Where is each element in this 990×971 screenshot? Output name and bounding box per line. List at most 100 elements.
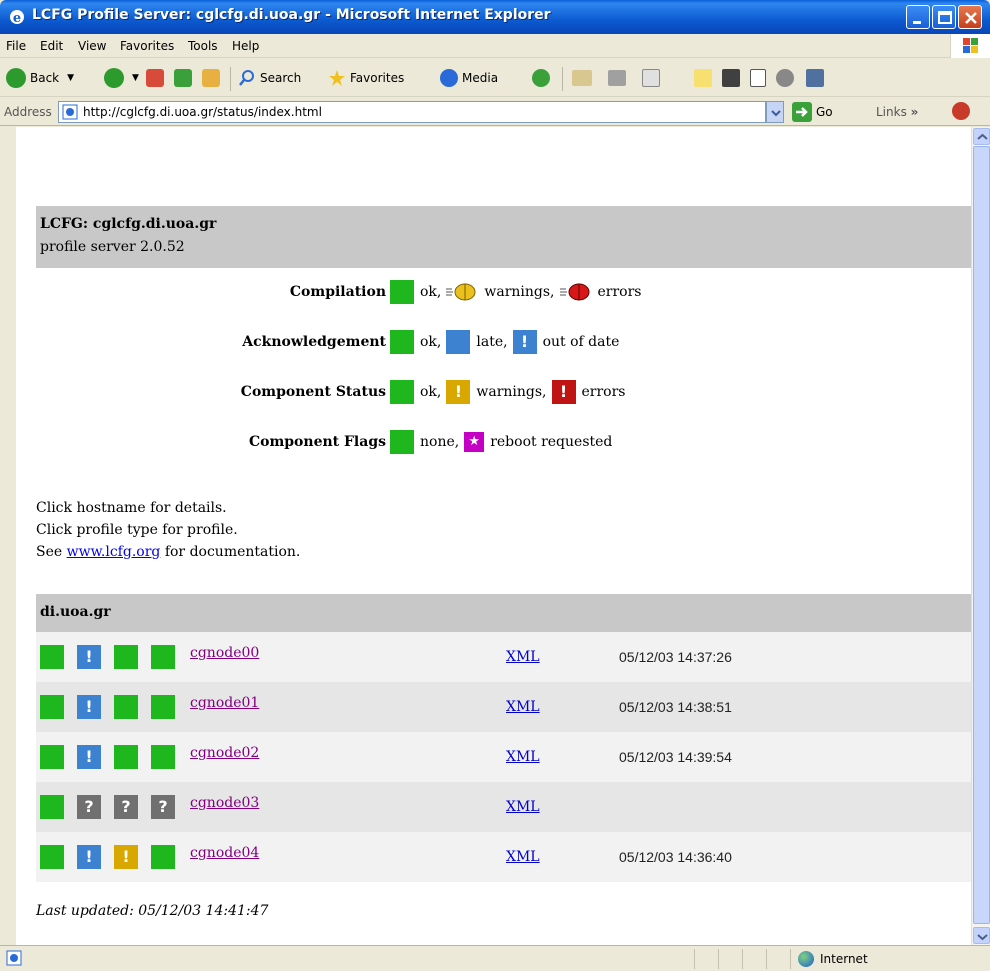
acknowledgement-out-of-date-icon: ! (77, 745, 101, 769)
addon-icon[interactable] (952, 102, 970, 120)
menu-tools[interactable]: Tools (188, 39, 218, 53)
favorites-button[interactable]: Favorites (328, 67, 404, 89)
chevron-down-icon (977, 934, 988, 941)
chevron-up-icon (977, 133, 988, 140)
messenger-button[interactable] (722, 67, 740, 89)
component-flags-none-icon (151, 695, 175, 719)
address-dropdown-button[interactable] (766, 101, 784, 123)
internet-explorer-icon: e (10, 10, 24, 26)
back-button[interactable]: Back ▼ (6, 67, 74, 89)
media-button[interactable]: Media (440, 67, 498, 89)
search-button[interactable]: Search (238, 67, 301, 89)
links-button[interactable]: Links » (876, 105, 918, 119)
window-left-border (0, 127, 16, 945)
forward-dropdown-icon[interactable]: ▼ (132, 73, 139, 83)
host-row: ! cgnode02 XML 05/12/03 14:39:54 (36, 732, 971, 782)
legend-text: reboot requested (490, 434, 613, 450)
legend-label: Component Status (240, 384, 386, 400)
hostname-link[interactable]: cgnode04 (190, 845, 259, 861)
hostname-link[interactable]: cgnode00 (190, 645, 259, 661)
history-button[interactable] (532, 67, 550, 89)
forward-button[interactable]: ▼ (104, 67, 139, 89)
acknowledgement-out-of-date-icon: ! (77, 645, 101, 669)
windows-flag-icon (963, 38, 978, 53)
discuss-button[interactable] (694, 67, 712, 89)
note-text: for documentation. (164, 544, 301, 560)
mail-icon (572, 70, 592, 86)
profile-type-link[interactable]: XML (506, 849, 540, 865)
vertical-scrollbar[interactable] (971, 127, 990, 945)
links-label: Links (876, 105, 907, 119)
host-row: ! cgnode00 XML 05/12/03 14:37:26 (36, 632, 971, 682)
windows-logo-icon (950, 34, 990, 58)
legend-text: none, (420, 434, 460, 450)
close-button[interactable] (958, 5, 982, 29)
menu-favorites[interactable]: Favorites (120, 39, 174, 53)
minimize-icon (913, 21, 921, 24)
back-dropdown-icon[interactable]: ▼ (67, 73, 74, 83)
favorites-star-icon (329, 70, 345, 86)
stop-button[interactable] (146, 67, 164, 89)
menu-file[interactable]: File (6, 39, 26, 53)
menu-edit[interactable]: Edit (40, 39, 63, 53)
go-button[interactable]: Go (792, 102, 833, 122)
title-bar[interactable]: e LCFG Profile Server: cglcfg.di.uoa.gr … (0, 0, 990, 34)
legend-label: Compilation (289, 284, 386, 300)
note-profile: Click profile type for profile. (36, 522, 238, 538)
scroll-thumb[interactable] (973, 146, 990, 924)
toolbar-separator (562, 67, 563, 91)
mail-button[interactable] (572, 67, 592, 89)
profile-type-link[interactable]: XML (506, 649, 540, 665)
toolbar: Back ▼ ▼ Search Favorites Media (0, 59, 990, 97)
edit-button[interactable] (642, 67, 660, 89)
stop-icon (146, 69, 164, 87)
profile-type-link[interactable]: XML (506, 699, 540, 715)
menu-view[interactable]: View (78, 39, 106, 53)
error-bug-icon (559, 283, 590, 301)
error-status-icon: ! (551, 380, 576, 404)
compilation-ok-icon (40, 845, 64, 869)
component-status-warning-icon: ! (114, 845, 138, 869)
late-status-icon (446, 330, 471, 354)
ok-status-icon (390, 380, 414, 404)
scroll-down-button[interactable] (973, 927, 990, 944)
legend-text: ok, (420, 384, 442, 400)
compilation-ok-icon (40, 695, 64, 719)
research-button[interactable] (750, 67, 766, 89)
legend-text: out of date (542, 334, 620, 350)
tools-button[interactable] (776, 67, 794, 89)
home-button[interactable] (202, 67, 220, 89)
component-status-ok-icon (114, 745, 138, 769)
address-bar: Address http://cglcfg.di.uoa.gr/status/i… (0, 98, 990, 126)
lcfg-link[interactable]: www.lcfg.org (67, 544, 161, 560)
discuss-icon (694, 69, 712, 87)
hostname-link[interactable]: cgnode01 (190, 695, 259, 711)
acknowledgement-out-of-date-icon: ! (77, 695, 101, 719)
close-icon (965, 12, 977, 24)
go-label: Go (816, 105, 833, 119)
warning-status-icon: ! (446, 380, 471, 404)
compilation-ok-icon (40, 745, 64, 769)
domain-name: di.uoa.gr (40, 604, 111, 620)
menu-help[interactable]: Help (232, 39, 259, 53)
profile-type-link[interactable]: XML (506, 749, 540, 765)
address-input[interactable]: http://cglcfg.di.uoa.gr/status/index.htm… (58, 101, 766, 123)
hostname-link[interactable]: cgnode03 (190, 795, 259, 811)
maximize-button[interactable] (932, 5, 956, 29)
profile-type-link[interactable]: XML (506, 799, 540, 815)
minimize-button[interactable] (906, 5, 930, 29)
status-pane (766, 949, 790, 969)
toolbar-separator (230, 67, 231, 91)
legend-label: Component Flags (248, 434, 386, 450)
history-icon (532, 69, 550, 87)
reboot-star-icon: ★ (464, 432, 485, 452)
messenger-icon (722, 69, 740, 87)
page-subtitle: profile server 2.0.52 (40, 239, 185, 255)
print-button[interactable] (608, 67, 626, 89)
scroll-up-button[interactable] (973, 128, 990, 145)
refresh-button[interactable] (174, 67, 192, 89)
timestamp: 05/12/03 14:38:51 (619, 699, 732, 715)
extra-button[interactable] (806, 67, 824, 89)
back-arrow-icon (6, 68, 26, 88)
hostname-link[interactable]: cgnode02 (190, 745, 259, 761)
